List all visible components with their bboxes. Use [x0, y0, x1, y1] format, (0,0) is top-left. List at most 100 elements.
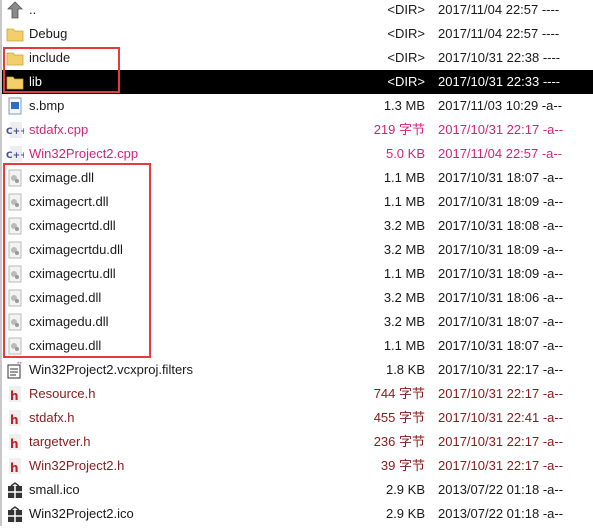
- file-name: cximagecrtd.dll: [29, 218, 116, 233]
- header-file-icon: h: [6, 457, 24, 475]
- file-size: 1.1 MB: [383, 170, 425, 185]
- file-name: stdafx.cpp: [29, 122, 89, 137]
- file-row[interactable]: C++ Win32Project2.cpp 5.0 KB 2017/11/04 …: [2, 142, 593, 166]
- file-name: stdafx.h: [29, 410, 75, 425]
- ico-file-icon: [6, 481, 24, 499]
- file-size: 2.9 KB: [385, 506, 425, 521]
- file-date: 2017/11/04 22:57 ----: [438, 26, 560, 41]
- ico-file-icon: [6, 505, 24, 523]
- file-date: 2017/10/31 18:09 -a--: [438, 194, 564, 209]
- file-row[interactable]: h targetver.h 236 字节 2017/10/31 22:17 -a…: [2, 430, 593, 454]
- file-name: ..: [29, 2, 37, 17]
- file-size: 3.2 MB: [383, 314, 425, 329]
- folder-icon: [6, 49, 24, 67]
- file-size: <DIR>: [387, 26, 425, 41]
- svg-text:h: h: [10, 437, 19, 451]
- svg-text:h: h: [10, 413, 19, 427]
- file-name: small.ico: [29, 482, 80, 497]
- file-name: cximagecrt.dll: [29, 194, 109, 209]
- file-date: 2017/10/31 18:07 -a--: [438, 170, 564, 185]
- file-date: 2017/10/31 18:09 -a--: [438, 242, 564, 257]
- file-row[interactable]: include <DIR> 2017/10/31 22:38 ----: [2, 46, 593, 70]
- file-row[interactable]: Debug <DIR> 2017/11/04 22:57 ----: [2, 22, 593, 46]
- file-row[interactable]: cximagecrt.dll 1.1 MB 2017/10/31 18:09 -…: [2, 190, 593, 214]
- file-size: 3.2 MB: [383, 242, 425, 257]
- file-name: Win32Project2.ico: [29, 506, 134, 521]
- file-size: 744 字节: [373, 386, 425, 401]
- file-size: 1.1 MB: [383, 266, 425, 281]
- file-name: cximaged.dll: [29, 290, 102, 305]
- file-size: 1.1 MB: [383, 338, 425, 353]
- file-date: 2017/10/31 18:07 -a--: [438, 338, 564, 353]
- file-row[interactable]: cximaged.dll 3.2 MB 2017/10/31 18:06 -a-…: [2, 286, 593, 310]
- up-arrow-icon: [6, 1, 24, 19]
- file-row[interactable]: cximagedu.dll 3.2 MB 2017/10/31 18:07 -a…: [2, 310, 593, 334]
- file-name: cximageu.dll: [29, 338, 102, 353]
- dll-file-icon: [6, 265, 24, 283]
- file-row[interactable]: cximageu.dll 1.1 MB 2017/10/31 18:07 -a-…: [2, 334, 593, 358]
- file-size: 3.2 MB: [383, 290, 425, 305]
- file-date: 2017/10/31 18:09 -a--: [438, 266, 564, 281]
- file-name: cximagedu.dll: [29, 314, 109, 329]
- header-file-icon: h: [6, 385, 24, 403]
- file-size: 39 字节: [380, 458, 425, 473]
- file-row[interactable]: C++ stdafx.cpp 219 字节 2017/10/31 22:17 -…: [2, 118, 593, 142]
- image-file-icon: [6, 97, 24, 115]
- file-name: Debug: [29, 26, 68, 41]
- file-name: include: [29, 50, 71, 65]
- file-row[interactable]: h Resource.h 744 字节 2017/10/31 22:17 -a-…: [2, 382, 593, 406]
- file-name: Win32Project2.cpp: [29, 146, 139, 161]
- file-name: Win32Project2.h: [29, 458, 125, 473]
- file-row[interactable]: small.ico 2.9 KB 2013/07/22 01:18 -a--: [2, 478, 593, 502]
- file-name: cximagecrtu.dll: [29, 266, 116, 281]
- file-size: <DIR>: [387, 2, 425, 17]
- file-size: 455 字节: [373, 410, 425, 425]
- file-row[interactable]: cximagecrtdu.dll 3.2 MB 2017/10/31 18:09…: [2, 238, 593, 262]
- file-row[interactable]: .. <DIR> 2017/11/04 22:57 ----: [2, 0, 593, 22]
- file-date: 2017/10/31 18:08 -a--: [438, 218, 564, 233]
- file-name: Win32Project2.vcxproj.filters: [29, 362, 193, 377]
- cpp-file-icon: C++: [6, 145, 28, 163]
- file-size: <DIR>: [387, 50, 425, 65]
- file-name: cximage.dll: [29, 170, 95, 185]
- file-size: 219 字节: [373, 122, 425, 137]
- file-row[interactable]: Win32Project2.ico 2.9 KB 2013/07/22 01:1…: [2, 502, 593, 526]
- dll-file-icon: [6, 289, 24, 307]
- header-file-icon: h: [6, 433, 24, 451]
- svg-text:h: h: [10, 389, 19, 403]
- file-row[interactable]: h Win32Project2.h 39 字节 2017/10/31 22:17…: [2, 454, 593, 478]
- file-size: 1.8 KB: [385, 362, 425, 377]
- file-date: 2017/10/31 22:33 ----: [438, 74, 561, 89]
- file-date: 2017/10/31 18:06 -a--: [438, 290, 564, 305]
- file-size: 5.0 KB: [385, 146, 425, 161]
- file-size: 2.9 KB: [385, 482, 425, 497]
- file-list: .. <DIR> 2017/11/04 22:57 ---- Debug <DI…: [0, 0, 593, 526]
- file-size: <DIR>: [387, 74, 425, 89]
- svg-text:C++: C++: [6, 151, 24, 161]
- file-date: 2017/10/31 22:17 -a--: [438, 122, 564, 137]
- text-file-icon: **: [6, 361, 24, 379]
- file-row[interactable]: cximagecrtu.dll 1.1 MB 2017/10/31 18:09 …: [2, 262, 593, 286]
- dll-file-icon: [6, 193, 24, 211]
- cpp-file-icon: C++: [6, 121, 28, 139]
- file-row[interactable]: cximagecrtd.dll 3.2 MB 2017/10/31 18:08 …: [2, 214, 593, 238]
- file-row[interactable]: h stdafx.h 455 字节 2017/10/31 22:41 -a--: [2, 406, 593, 430]
- file-row[interactable]: s.bmp 1.3 MB 2017/11/03 10:29 -a--: [2, 94, 593, 118]
- file-row[interactable]: cximage.dll 1.1 MB 2017/10/31 18:07 -a--: [2, 166, 593, 190]
- file-date: 2017/11/04 22:57 -a--: [438, 146, 563, 161]
- dll-file-icon: [6, 169, 24, 187]
- file-size: 236 字节: [373, 434, 425, 449]
- dll-file-icon: [6, 313, 24, 331]
- header-file-icon: h: [6, 409, 24, 427]
- file-size: 3.2 MB: [383, 218, 425, 233]
- folder-icon: [6, 73, 24, 91]
- file-size: 1.1 MB: [383, 194, 425, 209]
- file-date: 2017/10/31 22:17 -a--: [438, 386, 564, 401]
- file-row[interactable]: lib <DIR> 2017/10/31 22:33 ----: [2, 70, 593, 94]
- file-row[interactable]: ** Win32Project2.vcxproj.filters 1.8 KB …: [2, 358, 593, 382]
- file-name: lib: [29, 74, 43, 89]
- svg-text:**: **: [17, 362, 22, 368]
- dll-file-icon: [6, 217, 24, 235]
- file-name: targetver.h: [29, 434, 91, 449]
- file-date: 2013/07/22 01:18 -a--: [438, 506, 564, 521]
